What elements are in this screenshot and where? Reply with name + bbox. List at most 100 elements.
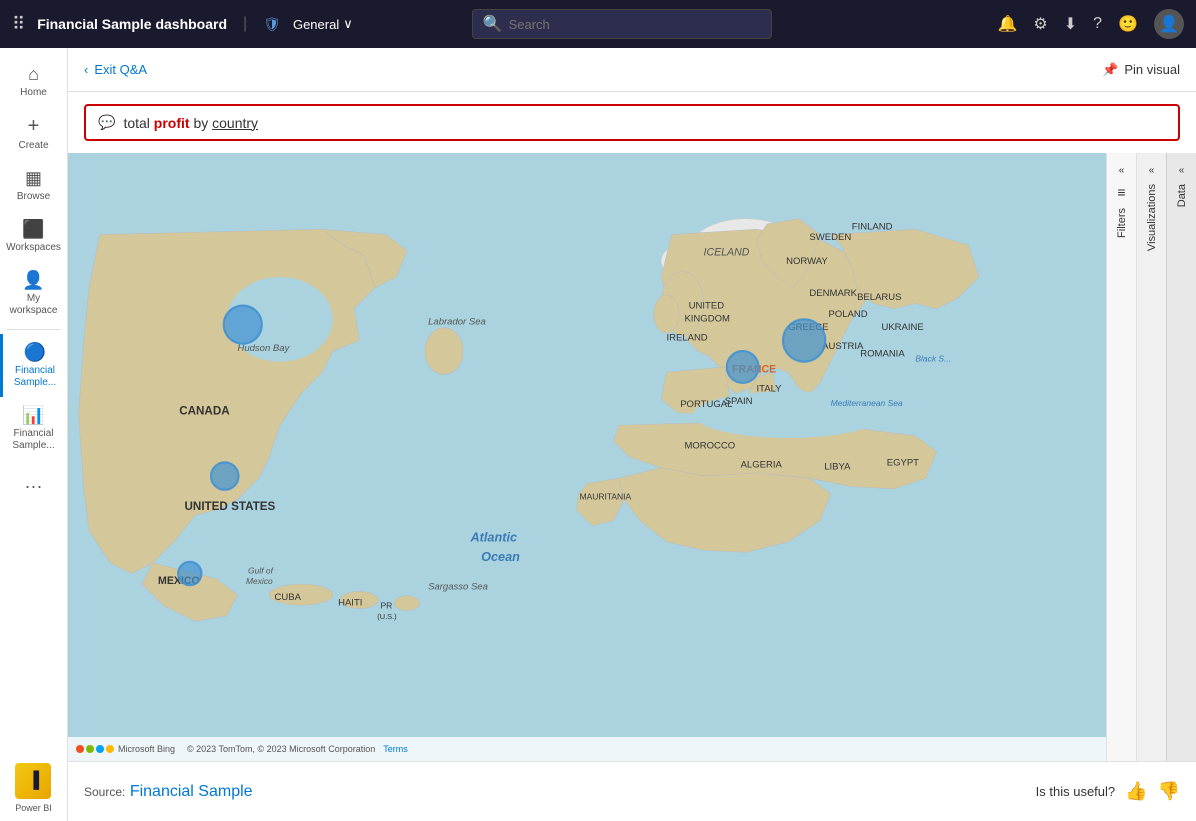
viz-label[interactable]: Visualizations — [1146, 184, 1158, 251]
topbar-icons: 🔔 ⚙ ⬇ ? 🙂 👤 — [997, 9, 1184, 39]
avatar[interactable]: 👤 — [1154, 9, 1184, 39]
svg-text:(U.S.): (U.S.) — [377, 612, 396, 621]
exit-qa-button[interactable]: ‹ Exit Q&A — [84, 62, 147, 77]
bing-label: Microsoft Bing — [118, 744, 175, 754]
sidebar-item-financial1[interactable]: 🔵 Financial Sample... — [0, 334, 67, 397]
svg-text:EGYPT: EGYPT — [887, 457, 919, 468]
svg-text:LIBYA: LIBYA — [824, 462, 851, 473]
search-input[interactable] — [509, 17, 761, 32]
bottom-area: Source: Financial Sample Is this useful?… — [68, 761, 1196, 821]
svg-text:MAURITANIA: MAURITANIA — [580, 491, 632, 501]
query-highlight-profit: profit — [154, 115, 190, 131]
sidebar-item-home[interactable]: ⌂ Home — [0, 56, 67, 107]
sidebar-item-workspaces[interactable]: ⬛ Workspaces — [0, 211, 67, 262]
sidebar-label-my-workspace: My workspace — [4, 293, 63, 317]
pin-label: Pin visual — [1124, 62, 1180, 77]
feedback-question: Is this useful? — [1036, 784, 1116, 799]
avatar-icon: 👤 — [1159, 14, 1179, 34]
search-bar[interactable]: 🔍 — [472, 9, 772, 39]
thumbsdown-button[interactable]: 👎 — [1158, 781, 1180, 802]
pin-icon: 📌 — [1102, 62, 1118, 78]
financial1-icon: 🔵 — [24, 342, 46, 363]
data-collapse-icon[interactable]: « — [1179, 165, 1185, 176]
query-box[interactable]: 💬 total profit by country — [84, 104, 1180, 141]
my-workspace-icon: 👤 — [22, 270, 44, 291]
topbar: ⠿ Financial Sample dashboard | 🛡 General… — [0, 0, 1196, 48]
query-highlight-country: country — [212, 115, 258, 131]
browse-icon: ▦ — [25, 168, 42, 189]
search-icon: 🔍 — [483, 14, 503, 34]
apps-icon[interactable]: ⠿ — [12, 14, 25, 35]
workspace-selector[interactable]: General ∨ — [293, 16, 353, 32]
feedback-icon[interactable]: 🙂 — [1118, 14, 1138, 34]
back-icon: ‹ — [84, 62, 88, 77]
map-area: CANADA UNITED STATES MEXICO CUBA HAITI P… — [68, 153, 1106, 761]
bing-logo — [76, 745, 114, 753]
sidebar-item-financial2[interactable]: 📊 Financial Sample... — [0, 397, 67, 460]
map-container: CANADA UNITED STATES MEXICO CUBA HAITI P… — [68, 153, 1196, 761]
data-label[interactable]: Data — [1176, 184, 1188, 207]
svg-text:FINLAND: FINLAND — [852, 221, 893, 232]
create-icon: + — [28, 115, 40, 138]
svg-text:Mediterranean Sea: Mediterranean Sea — [831, 398, 903, 408]
exit-qa-label: Exit Q&A — [94, 62, 147, 77]
feedback-area: Is this useful? 👍 👎 — [1036, 781, 1180, 802]
filters-icon[interactable]: ≡ — [1117, 184, 1125, 200]
divider: | — [243, 15, 247, 33]
app-title: Financial Sample dashboard — [37, 16, 227, 32]
sidebar-item-browse[interactable]: ▦ Browse — [0, 160, 67, 211]
copyright-text: © 2023 TomTom, © 2023 Microsoft Corporat… — [187, 744, 375, 754]
filters-collapse-icon[interactable]: « — [1119, 165, 1125, 176]
svg-text:Mexico: Mexico — [246, 576, 273, 586]
data-panel: « Data — [1166, 153, 1196, 761]
query-icon: 💬 — [98, 114, 115, 131]
svg-text:Gulf of: Gulf of — [248, 566, 275, 576]
svg-text:PR: PR — [380, 600, 392, 610]
sidebar-label-create: Create — [18, 140, 48, 152]
sidebar-label-workspaces: Workspaces — [6, 242, 61, 254]
svg-text:IRELAND: IRELAND — [666, 332, 707, 343]
pin-visual-button[interactable]: 📌 Pin visual — [1102, 62, 1180, 78]
svg-text:CANADA: CANADA — [179, 405, 230, 418]
viz-collapse-icon[interactable]: « — [1149, 165, 1155, 176]
svg-text:UKRAINE: UKRAINE — [881, 322, 923, 333]
svg-text:BELARUS: BELARUS — [857, 292, 901, 303]
subheader: ‹ Exit Q&A 📌 Pin visual — [68, 48, 1196, 92]
notifications-icon[interactable]: 🔔 — [997, 14, 1017, 34]
filters-panel: « ≡ Filters — [1106, 153, 1136, 761]
thumbsup-button[interactable]: 👍 — [1125, 781, 1147, 802]
svg-text:NORWAY: NORWAY — [786, 256, 828, 267]
sidebar-item-create[interactable]: + Create — [0, 107, 67, 160]
svg-text:KINGDOM: KINGDOM — [684, 313, 730, 324]
svg-text:ICELAND: ICELAND — [704, 247, 750, 259]
filters-label[interactable]: Filters — [1116, 208, 1128, 238]
svg-text:ROMANIA: ROMANIA — [860, 348, 905, 359]
svg-text:UNITED: UNITED — [689, 301, 725, 312]
chevron-down-icon: ∨ — [343, 16, 353, 32]
svg-text:SWEDEN: SWEDEN — [809, 232, 851, 243]
source-info: Source: Financial Sample — [84, 783, 253, 801]
home-icon: ⌂ — [28, 64, 39, 85]
sidebar-label-financial2: Financial Sample... — [4, 428, 63, 452]
sidebar-separator — [7, 329, 61, 330]
svg-text:Ocean: Ocean — [481, 549, 520, 564]
sidebar-label-financial1: Financial Sample... — [7, 365, 63, 389]
terms-link[interactable]: Terms — [383, 744, 408, 754]
sidebar-item-my-workspace[interactable]: 👤 My workspace — [0, 262, 67, 325]
sidebar-label-home: Home — [20, 87, 47, 99]
right-panels: « ≡ Filters « Visualizations « Data — [1106, 153, 1196, 761]
help-icon[interactable]: ? — [1093, 15, 1102, 33]
sidebar-item-more[interactable]: ··· — [0, 460, 67, 513]
svg-text:UNITED STATES: UNITED STATES — [185, 500, 276, 513]
source-link[interactable]: Financial Sample — [130, 783, 253, 800]
powerbi-label: Power BI — [15, 803, 52, 813]
download-icon[interactable]: ⬇ — [1064, 14, 1077, 34]
settings-icon[interactable]: ⚙ — [1033, 14, 1047, 34]
svg-text:DENMARK: DENMARK — [809, 288, 857, 299]
sidebar-bottom: ▐ Power BI — [15, 763, 52, 813]
sidebar: ⌂ Home + Create ▦ Browse ⬛ Workspaces 👤 … — [0, 48, 68, 821]
workspaces-icon: ⬛ — [22, 219, 44, 240]
shield-icon: 🛡 — [263, 16, 281, 33]
svg-text:CUBA: CUBA — [275, 592, 302, 603]
main-layout: ⌂ Home + Create ▦ Browse ⬛ Workspaces 👤 … — [0, 48, 1196, 821]
